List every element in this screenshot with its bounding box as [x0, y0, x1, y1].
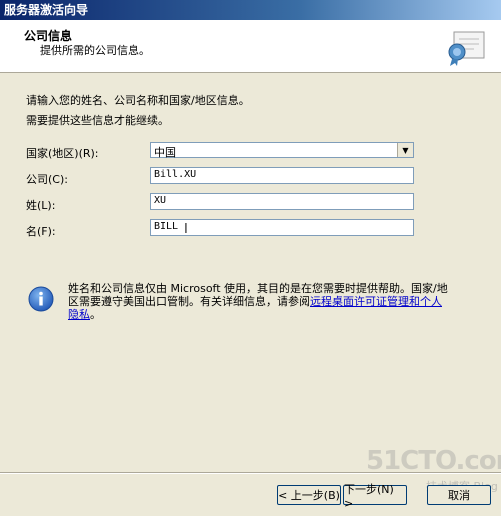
- window-title: 服务器激活向导: [4, 3, 89, 17]
- wizard-body: [0, 73, 501, 471]
- wizard-window: 服务器激活向导 公司信息 提供所需的公司信息。 请输入您的姓名、公司名称和国家/…: [0, 0, 501, 516]
- wizard-header: 公司信息 提供所需的公司信息。: [0, 20, 501, 73]
- cancel-button[interactable]: 取消: [427, 485, 491, 505]
- company-field[interactable]: Bill.XU: [150, 167, 414, 184]
- info-icon: [28, 286, 54, 312]
- certificate-icon: [446, 26, 490, 66]
- country-selected-value: 中国: [154, 146, 176, 159]
- country-label: 国家(地区)(R):: [26, 147, 99, 160]
- intro-line-1: 请输入您的姓名、公司名称和国家/地区信息。: [26, 94, 250, 107]
- company-label: 公司(C):: [26, 173, 68, 186]
- title-bar: 服务器激活向导: [0, 0, 501, 20]
- last-name-label: 姓(L):: [26, 199, 56, 212]
- info-message: 姓名和公司信息仅由 Microsoft 使用，其目的是在您需要时提供帮助。国家/…: [68, 282, 448, 321]
- text-cursor-icon: I: [184, 222, 188, 237]
- footer-divider: [0, 472, 501, 474]
- intro-line-2: 需要提供这些信息才能继续。: [26, 114, 169, 127]
- chevron-down-icon[interactable]: ▼: [397, 143, 413, 157]
- next-button[interactable]: 下一步(N) >: [343, 483, 407, 510]
- first-name-label: 名(F):: [26, 225, 56, 238]
- country-select[interactable]: 中国 ▼: [150, 142, 414, 159]
- last-name-field[interactable]: XU: [150, 193, 414, 210]
- first-name-field[interactable]: BILL: [150, 219, 414, 236]
- info-tail: 。: [90, 308, 101, 321]
- back-button[interactable]: < 上一步(B): [277, 485, 341, 505]
- page-subtitle: 提供所需的公司信息。: [40, 44, 150, 57]
